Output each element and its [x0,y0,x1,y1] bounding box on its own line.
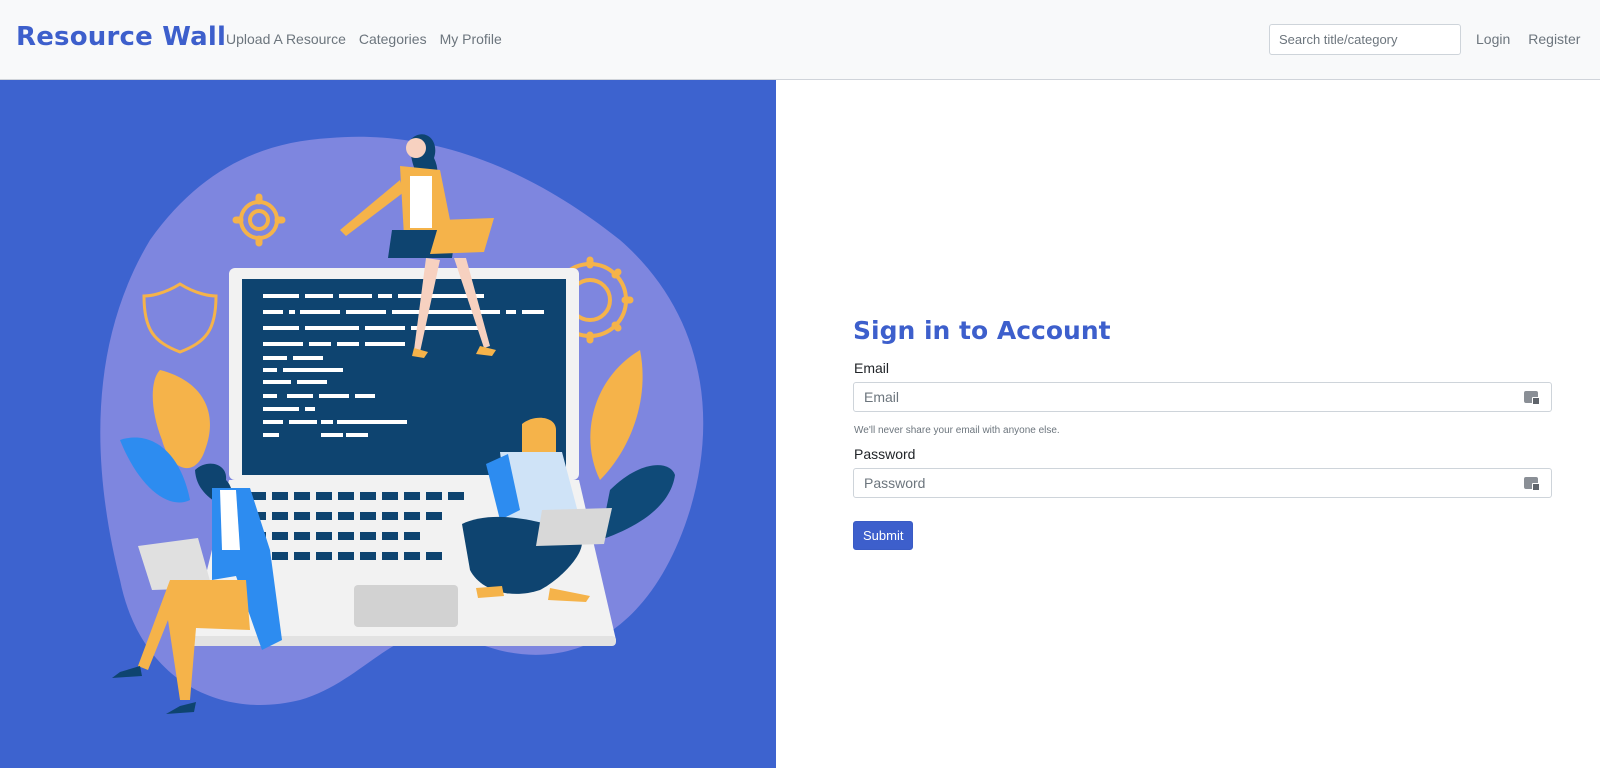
sign-in-title: Sign in to Account [853,316,1111,345]
email-help-text: We'll never share your email with anyone… [854,425,1060,436]
submit-button[interactable]: Submit [853,521,914,550]
auth-links: Login Register [1476,31,1580,47]
email-field[interactable] [854,383,1494,411]
top-navbar: Resource Wall Upload A Resource Categori… [0,0,1600,80]
email-label: Email [854,360,890,376]
sign-in-panel: Sign in to Account Email We'll never sha… [776,80,1600,768]
register-link[interactable]: Register [1528,31,1580,47]
password-field[interactable] [854,469,1494,497]
nav-categories-link[interactable]: Categories [359,31,427,47]
email-field-wrapper [853,382,1552,412]
brand-logo[interactable]: Resource Wall [16,22,226,52]
search-input[interactable] [1269,24,1461,55]
password-manager-icon[interactable] [1524,391,1540,405]
nav-links: Upload A Resource Categories My Profile [226,31,502,47]
password-manager-icon[interactable] [1524,477,1540,491]
password-field-wrapper [853,468,1552,498]
hero-illustration-panel [0,80,776,768]
nav-my-profile-link[interactable]: My Profile [440,31,502,47]
password-label: Password [854,446,916,462]
login-link[interactable]: Login [1476,31,1510,47]
nav-upload-resource-link[interactable]: Upload A Resource [226,31,346,47]
team-laptop-illustration [100,134,704,714]
